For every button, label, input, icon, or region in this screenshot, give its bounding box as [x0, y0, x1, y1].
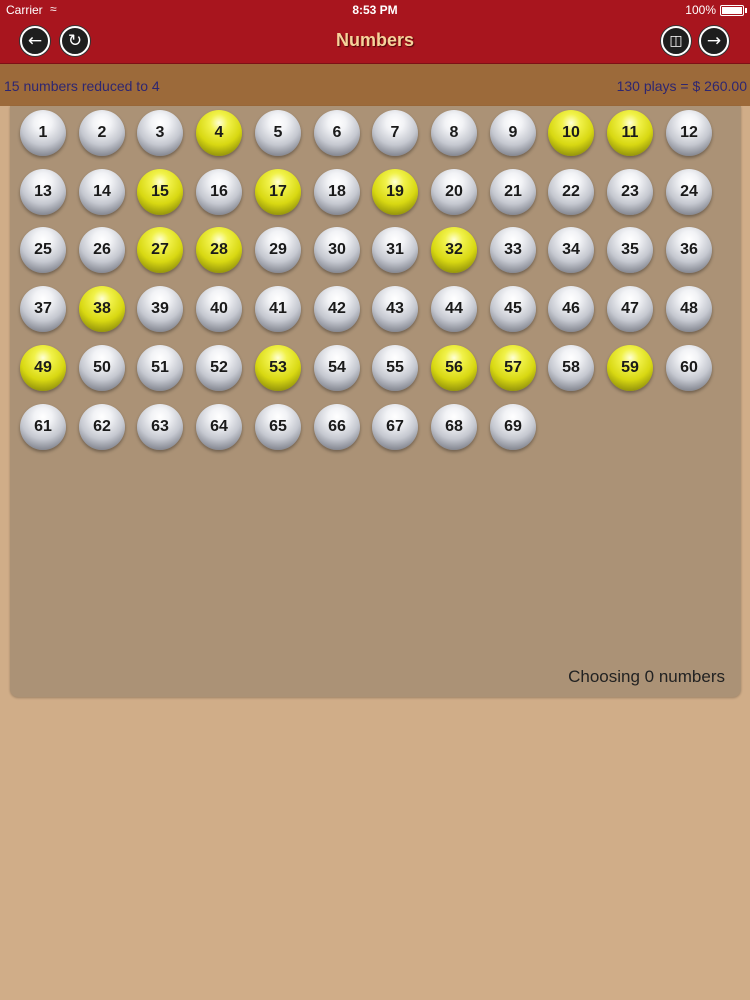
plays-cost-summary: 130 plays = $ 260.00 [616, 78, 747, 94]
number-ball-22[interactable]: 22 [548, 169, 594, 215]
number-ball-30[interactable]: 30 [314, 227, 360, 273]
number-ball-63[interactable]: 63 [137, 404, 183, 450]
number-ball-20[interactable]: 20 [431, 169, 477, 215]
number-ball-69[interactable]: 69 [490, 404, 536, 450]
number-ball-35[interactable]: 35 [607, 227, 653, 273]
number-ball-42[interactable]: 42 [314, 286, 360, 332]
choosing-count-label: Choosing 0 numbers [568, 667, 725, 686]
number-ball-34[interactable]: 34 [548, 227, 594, 273]
number-ball-55[interactable]: 55 [372, 345, 418, 391]
number-ball-66[interactable]: 66 [314, 404, 360, 450]
number-ball-40[interactable]: 40 [196, 286, 242, 332]
number-ball-12[interactable]: 12 [666, 110, 712, 156]
number-ball-6[interactable]: 6 [314, 110, 360, 156]
number-ball-24[interactable]: 24 [666, 169, 712, 215]
page-title: Numbers [335, 30, 415, 50]
number-ball-16[interactable]: 16 [196, 169, 242, 215]
number-ball-3[interactable]: 3 [137, 110, 183, 156]
nav-bar: ← ↻ Numbers ◫ → [0, 20, 750, 64]
number-ball-60[interactable]: 60 [666, 345, 712, 391]
number-ball-8[interactable]: 8 [431, 110, 477, 156]
arrow-right-icon[interactable]: → [699, 26, 729, 56]
number-ball-68[interactable]: 68 [431, 404, 477, 450]
number-ball-59[interactable]: 59 [607, 345, 653, 391]
number-ball-9[interactable]: 9 [490, 110, 536, 156]
number-ball-14[interactable]: 14 [79, 169, 125, 215]
number-ball-43[interactable]: 43 [372, 286, 418, 332]
number-ball-25[interactable]: 25 [20, 227, 66, 273]
number-ball-51[interactable]: 51 [137, 345, 183, 391]
number-ball-11[interactable]: 11 [607, 110, 653, 156]
number-ball-33[interactable]: 33 [490, 227, 536, 273]
number-ball-13[interactable]: 13 [20, 169, 66, 215]
number-ball-38[interactable]: 38 [79, 286, 125, 332]
reduction-summary: 15 numbers reduced to 4 [4, 78, 160, 94]
number-ball-23[interactable]: 23 [607, 169, 653, 215]
number-ball-56[interactable]: 56 [431, 345, 477, 391]
number-ball-65[interactable]: 65 [255, 404, 301, 450]
number-ball-37[interactable]: 37 [20, 286, 66, 332]
number-ball-45[interactable]: 45 [490, 286, 536, 332]
number-ball-48[interactable]: 48 [666, 286, 712, 332]
number-ball-36[interactable]: 36 [666, 227, 712, 273]
status-bar: Carrier ≈ 8:53 PM 100% [0, 0, 750, 20]
number-ball-18[interactable]: 18 [314, 169, 360, 215]
number-ball-64[interactable]: 64 [196, 404, 242, 450]
number-ball-29[interactable]: 29 [255, 227, 301, 273]
number-ball-5[interactable]: 5 [255, 110, 301, 156]
number-grid-panel: Choosing 0 numbers 1 2 3 4 5 6 7 8 9 10 11 12 13 14 15… [10, 106, 741, 697]
number-ball-46[interactable]: 46 [548, 286, 594, 332]
number-ball-47[interactable]: 47 [607, 286, 653, 332]
number-ball-10[interactable]: 10 [548, 110, 594, 156]
number-ball-62[interactable]: 62 [79, 404, 125, 450]
number-ball-17[interactable]: 17 [255, 169, 301, 215]
number-ball-53[interactable]: 53 [255, 345, 301, 391]
number-ball-58[interactable]: 58 [548, 345, 594, 391]
number-ball-15[interactable]: 15 [137, 169, 183, 215]
number-ball-67[interactable]: 67 [372, 404, 418, 450]
number-ball-27[interactable]: 27 [137, 227, 183, 273]
info-bar: 15 numbers reduced to 4 130 plays = $ 26… [0, 64, 750, 106]
battery-icon [720, 5, 747, 16]
number-ball-21[interactable]: 21 [490, 169, 536, 215]
number-ball-61[interactable]: 61 [20, 404, 66, 450]
number-ball-19[interactable]: 19 [372, 169, 418, 215]
status-time: 8:53 PM [352, 3, 398, 17]
number-ball-31[interactable]: 31 [372, 227, 418, 273]
number-ball-52[interactable]: 52 [196, 345, 242, 391]
number-ball-2[interactable]: 2 [79, 110, 125, 156]
number-ball-39[interactable]: 39 [137, 286, 183, 332]
battery-percent: 100% [685, 3, 716, 17]
number-ball-7[interactable]: 7 [372, 110, 418, 156]
number-ball-44[interactable]: 44 [431, 286, 477, 332]
number-ball-32[interactable]: 32 [431, 227, 477, 273]
trash-can-icon[interactable]: ◫ [661, 26, 691, 56]
number-ball-4[interactable]: 4 [196, 110, 242, 156]
number-ball-57[interactable]: 57 [490, 345, 536, 391]
number-ball-28[interactable]: 28 [196, 227, 242, 273]
number-ball-49[interactable]: 49 [20, 345, 66, 391]
number-ball-26[interactable]: 26 [79, 227, 125, 273]
number-ball-41[interactable]: 41 [255, 286, 301, 332]
number-ball-50[interactable]: 50 [79, 345, 125, 391]
number-ball-54[interactable]: 54 [314, 345, 360, 391]
number-ball-1[interactable]: 1 [20, 110, 66, 156]
